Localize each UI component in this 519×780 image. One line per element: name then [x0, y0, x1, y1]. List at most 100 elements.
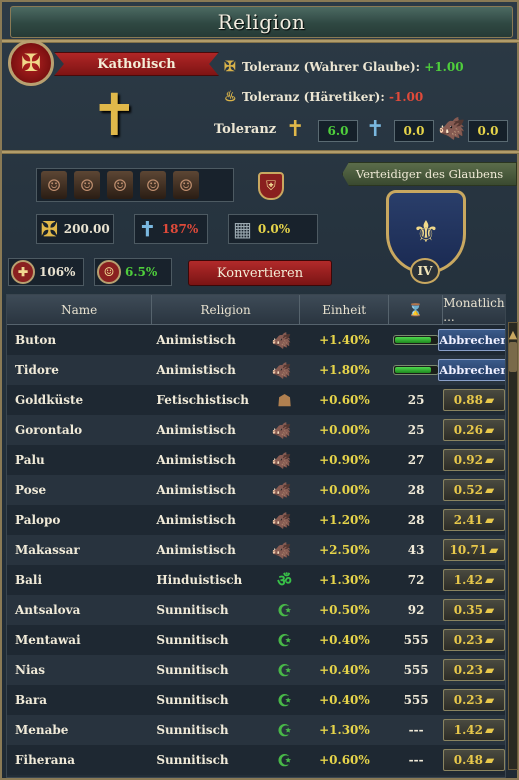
animist-icon: 🐗	[271, 510, 292, 530]
crescent-icon: ☪	[277, 600, 292, 620]
header-unit[interactable]: Einheit	[300, 295, 390, 324]
time-value: 25	[407, 423, 425, 437]
monthly-cost-button[interactable]: 0.23 ▰	[442, 629, 505, 651]
fortification-box: ▦ 0.0%	[228, 214, 318, 244]
monthly-cost-button[interactable]: 2.41 ▰	[442, 509, 505, 531]
time-value: 28	[407, 483, 425, 497]
unrest-box: ✚ 106%	[8, 258, 84, 286]
monthly-cell: 0.35 ▰	[442, 599, 505, 621]
table-row[interactable]: Menabe Sunnitisch ☪ +1.30% --- 1.42 ▰	[7, 715, 505, 745]
animal-icon: 🐗	[438, 117, 466, 142]
province-name[interactable]: Fiherana	[7, 753, 152, 767]
table-row[interactable]: Palu Animistisch 🐗 +0.90% 27 0.92 ▰	[7, 445, 505, 475]
province-religion: Animistisch	[156, 483, 236, 497]
monthly-cost-button[interactable]: 0.52 ▰	[442, 479, 505, 501]
monthly-cost: 0.92	[453, 453, 483, 467]
tolerance-heretic: ♨ Toleranz (Häretiker): -1.00	[224, 86, 423, 108]
tolerance-true-faith: ✠ Toleranz (Wahrer Glaube): +1.00	[224, 56, 464, 78]
table-row[interactable]: Fiherana Sunnitisch ☪ +0.60% --- 0.48 ▰	[7, 745, 505, 775]
religion-cell: Sunnitisch ☪	[152, 691, 299, 710]
time-value: 555	[403, 663, 429, 677]
table-row[interactable]: Bali Hinduistisch ॐ +1.30% 72 1.42 ▰	[7, 565, 505, 595]
table-row[interactable]: Mentawai Sunnitisch ☪ +0.40% 555 0.23 ▰	[7, 625, 505, 655]
monthly-cell: 10.71 ▰	[442, 539, 505, 561]
gold-coins-icon: ▰	[489, 543, 499, 557]
table-row[interactable]: Antsalova Sunnitisch ☪ +0.50% 92 0.35 ▰	[7, 595, 505, 625]
religion-cell: Fetischistisch ☗	[152, 391, 299, 410]
advisor-portrait-icon[interactable]: ☺	[41, 171, 67, 199]
cancel-button[interactable]: Abbrechen	[438, 329, 505, 351]
header-time[interactable]: ⌛	[389, 295, 444, 324]
monthly-cost-button[interactable]: 1.42 ▰	[442, 569, 505, 591]
monthly-cost-button[interactable]: 0.23 ▰	[442, 689, 505, 711]
table-row[interactable]: Bara Sunnitisch ☪ +0.40% 555 0.23 ▰	[7, 685, 505, 715]
advisor-portrait-icon[interactable]: ☺	[140, 171, 166, 199]
province-name[interactable]: Tidore	[7, 363, 152, 377]
province-name[interactable]: Makassar	[7, 543, 152, 557]
table-row[interactable]: Palopo Animistisch 🐗 +1.20% 28 2.41 ▰	[7, 505, 505, 535]
monthly-cost-button[interactable]: 0.23 ▰	[442, 659, 505, 681]
shield-icon[interactable]: ⛨	[258, 172, 284, 200]
province-name[interactable]: Palopo	[7, 513, 152, 527]
conversion-progress-bar	[393, 365, 440, 375]
cross-icon: ✠	[224, 59, 236, 75]
monthly-cost-button[interactable]: 0.26 ▰	[442, 419, 505, 441]
state-religion-banner: Katholisch	[54, 52, 219, 76]
table-row[interactable]: Gorontalo Animistisch 🐗 +0.00% 25 0.26 ▰	[7, 415, 505, 445]
province-name[interactable]: Menabe	[7, 723, 152, 737]
province-name[interactable]: Mentawai	[7, 633, 152, 647]
table-row[interactable]: Nias Sunnitisch ☪ +0.40% 555 0.23 ▰	[7, 655, 505, 685]
province-name[interactable]: Palu	[7, 453, 152, 467]
religion-cell: Sunnitisch ☪	[152, 751, 299, 770]
table-row[interactable]: Makassar Animistisch 🐗 +2.50% 43 10.71 ▰	[7, 535, 505, 565]
missionary-value: 200.00	[63, 222, 110, 236]
province-religion: Animistisch	[156, 453, 236, 467]
province-name[interactable]: Bali	[7, 573, 152, 587]
monthly-cost-button[interactable]: 10.71 ▰	[442, 539, 505, 561]
monthly-cost-button[interactable]: 0.92 ▰	[442, 449, 505, 471]
advisor-portrait-icon[interactable]: ☺	[74, 171, 100, 199]
province-name[interactable]: Goldküste	[7, 393, 152, 407]
scrollbar[interactable]	[508, 322, 518, 770]
animist-icon: 🐗	[271, 420, 292, 440]
animist-icon: 🐗	[271, 540, 292, 560]
monthly-cost: 0.23	[453, 633, 483, 647]
province-name[interactable]: Antsalova	[7, 603, 152, 617]
province-name[interactable]: Pose	[7, 483, 152, 497]
catholic-cross-icon: ✝	[90, 81, 139, 149]
province-religion: Fetischistisch	[156, 393, 249, 407]
header-religion[interactable]: Religion	[152, 295, 300, 324]
convert-button[interactable]: Konvertieren	[188, 260, 332, 286]
table-row[interactable]: Buton Animistisch 🐗 +1.40% Abbrechen	[7, 325, 505, 355]
province-name[interactable]: Bara	[7, 693, 152, 707]
advisor-portrait-icon[interactable]: ☺	[107, 171, 133, 199]
header-name[interactable]: Name	[7, 295, 153, 324]
monthly-cost: 0.23	[453, 663, 483, 677]
advisor-slots[interactable]: ☺ ☺ ☺ ☺ ☺	[36, 168, 234, 202]
table-row[interactable]: Tidore Animistisch 🐗 +1.80% Abbrechen	[7, 355, 505, 385]
advisor-portrait-icon[interactable]: ☺	[173, 171, 199, 199]
progress-fill	[395, 367, 431, 373]
province-name[interactable]: Gorontalo	[7, 423, 152, 437]
religion-cell: Hinduistisch ॐ	[152, 569, 299, 591]
fetish-mask-icon: ☗	[277, 390, 292, 410]
tolerance-true-value: +1.00	[424, 60, 464, 74]
scroll-thumb[interactable]	[509, 342, 517, 372]
portrait-icon: ☺	[97, 260, 121, 284]
monthly-cost-button[interactable]: 0.88 ▰	[442, 389, 505, 411]
fortress-icon: ▦	[233, 217, 252, 241]
monthly-cost-button[interactable]: 1.42 ▰	[442, 719, 505, 741]
table-row[interactable]: Pose Animistisch 🐗 +0.00% 28 0.52 ▰	[7, 475, 505, 505]
unit-value: +1.40%	[319, 333, 370, 347]
tolerance-true-box: 6.0	[318, 120, 358, 142]
time-value: 72	[407, 573, 425, 587]
cancel-button[interactable]: Abbrechen	[438, 359, 505, 381]
monthly-cost-button[interactable]: 0.48 ▰	[442, 749, 505, 771]
province-name[interactable]: Nias	[7, 663, 152, 677]
monthly-cost-button[interactable]: 0.35 ▰	[442, 599, 505, 621]
province-name[interactable]: Buton	[7, 333, 152, 347]
table-row[interactable]: Goldküste Fetischistisch ☗ +0.60% 25 0.8…	[7, 385, 505, 415]
scroll-up-arrow-icon[interactable]: ▲	[506, 328, 519, 342]
header-monthly[interactable]: Monatlich ...	[443, 295, 505, 324]
section-divider	[2, 150, 519, 154]
